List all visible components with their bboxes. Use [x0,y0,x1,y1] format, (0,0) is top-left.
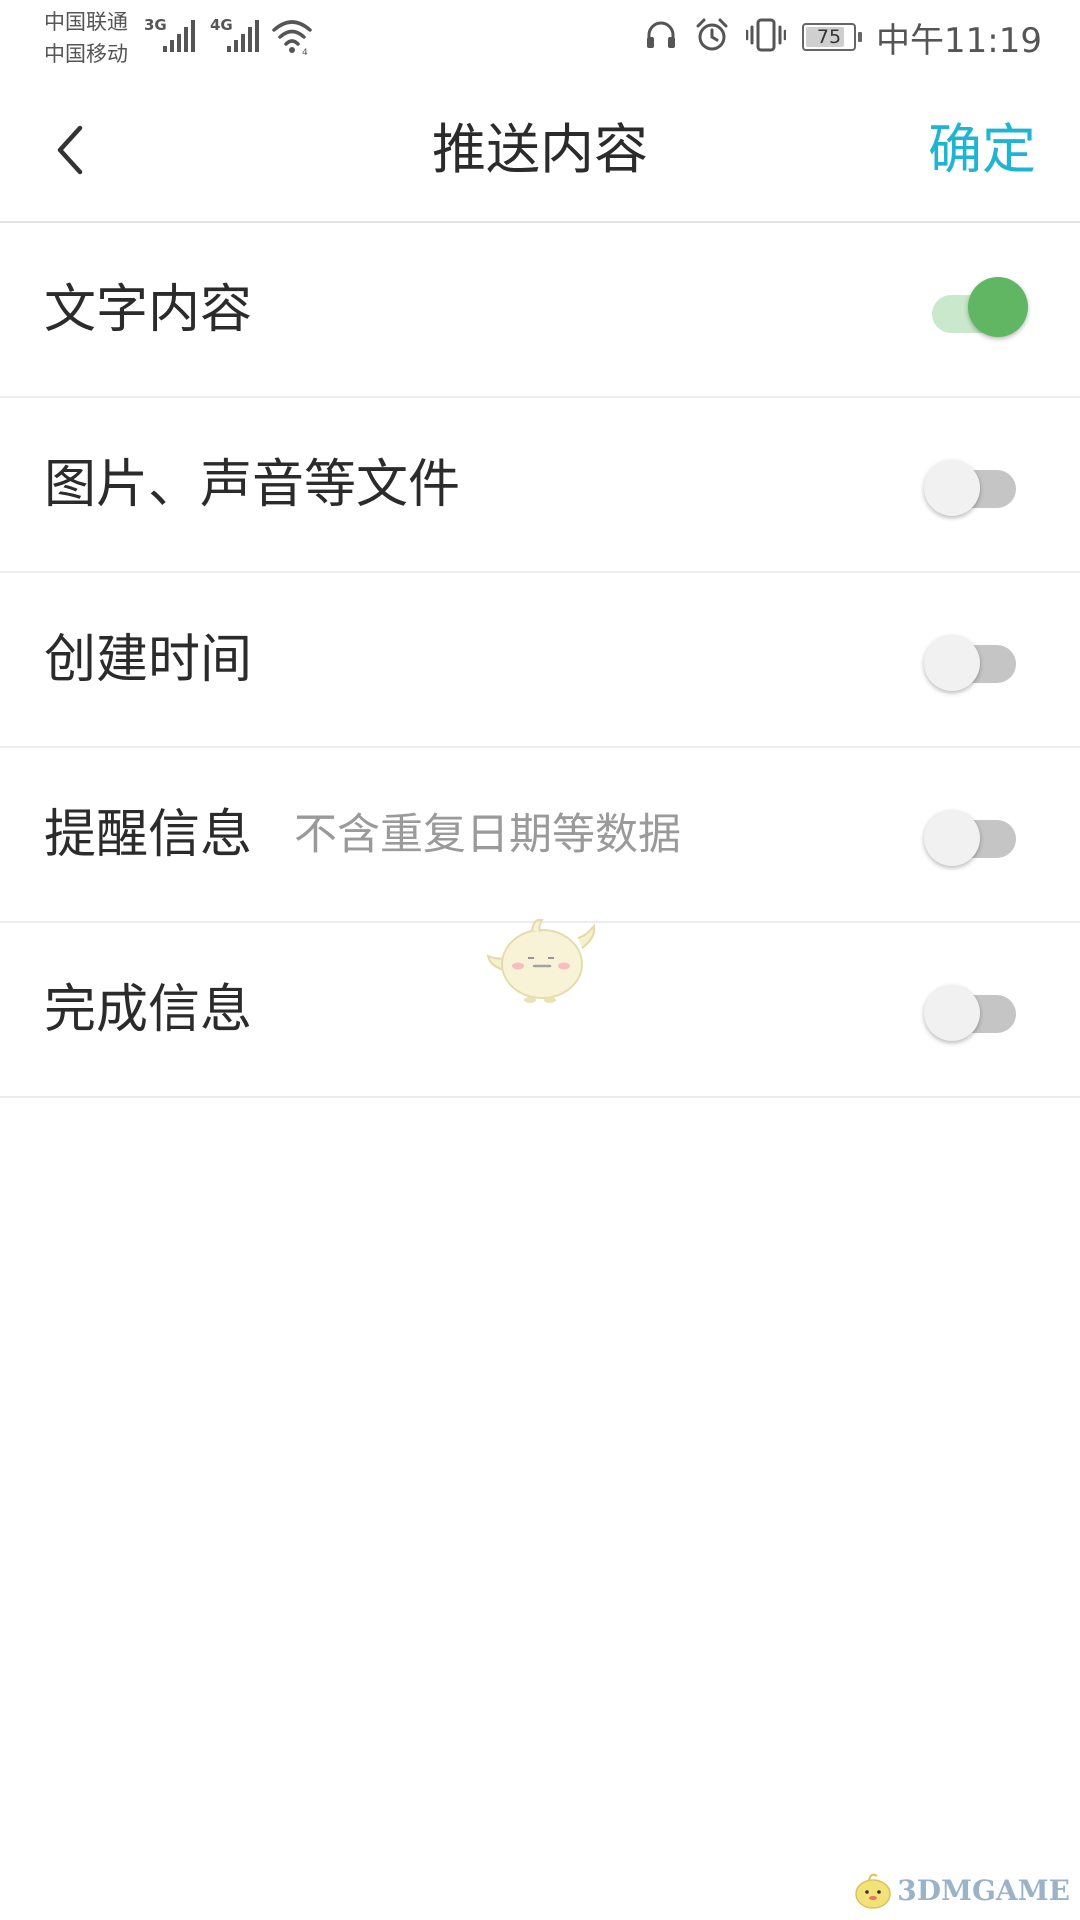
toggle-switch-created-time[interactable] [924,629,1024,693]
toggle-thumb [924,460,980,516]
vibrate-icon [745,17,787,57]
brand-watermark-text: 3DMGAME [897,1873,1070,1907]
toggle-switch-completion[interactable] [924,979,1024,1043]
toggle-thumb [924,985,980,1041]
wifi-icon: 4 [270,16,314,60]
signal-strength-icon [162,18,198,58]
title-bar: 推送内容 确定 [0,80,1080,223]
battery-icon: 75 [802,23,863,51]
battery-level: 75 [816,26,842,48]
setting-row-text-content[interactable]: 文字内容 [0,223,1080,398]
mascot-logo-icon [855,1873,892,1909]
status-right-group: 75 中午11:19 [644,12,1042,62]
toggle-thumb [924,635,980,691]
page-title: 推送内容 [432,118,648,181]
setting-label: 提醒信息 [44,805,253,865]
toggle-switch-files[interactable] [924,454,1024,518]
brand-watermark: 3DMGAME [851,1868,1070,1912]
status-time: 中午11:19 [876,20,1042,61]
svg-text:4: 4 [302,48,308,56]
status-bar: 中国联通 中国移动 3G 4G 4 75 中午11:19 [0,0,1080,80]
setting-label: 文字内容 [44,280,253,340]
setting-row-created-time[interactable]: 创建时间 [0,573,1080,748]
carrier-2-label: 中国移动 [44,42,128,66]
setting-row-reminder[interactable]: 提醒信息 不含重复日期等数据 [0,748,1080,923]
toggle-thumb [924,810,980,866]
toggle-switch-text-content[interactable] [924,277,1028,343]
screen: 中国联通 中国移动 3G 4G 4 75 中午11:19 推送内容 确定 文字内… [0,0,1080,1920]
setting-label: 完成信息 [44,980,253,1040]
confirm-button[interactable]: 确定 [928,108,1036,192]
signal-strength-icon [226,18,262,58]
toggle-switch-reminder[interactable] [924,804,1024,868]
setting-label: 图片、声音等文件 [44,455,461,515]
alarm-icon [694,17,730,57]
setting-sublabel: 不含重复日期等数据 [294,810,681,860]
toggle-thumb [968,277,1028,337]
carrier-1-label: 中国联通 [44,10,128,34]
mascot-watermark-icon [484,908,604,1008]
setting-label: 创建时间 [44,630,253,690]
headphones-icon [644,18,678,56]
setting-row-files[interactable]: 图片、声音等文件 [0,398,1080,573]
carrier-info: 中国联通 中国移动 [44,6,128,70]
